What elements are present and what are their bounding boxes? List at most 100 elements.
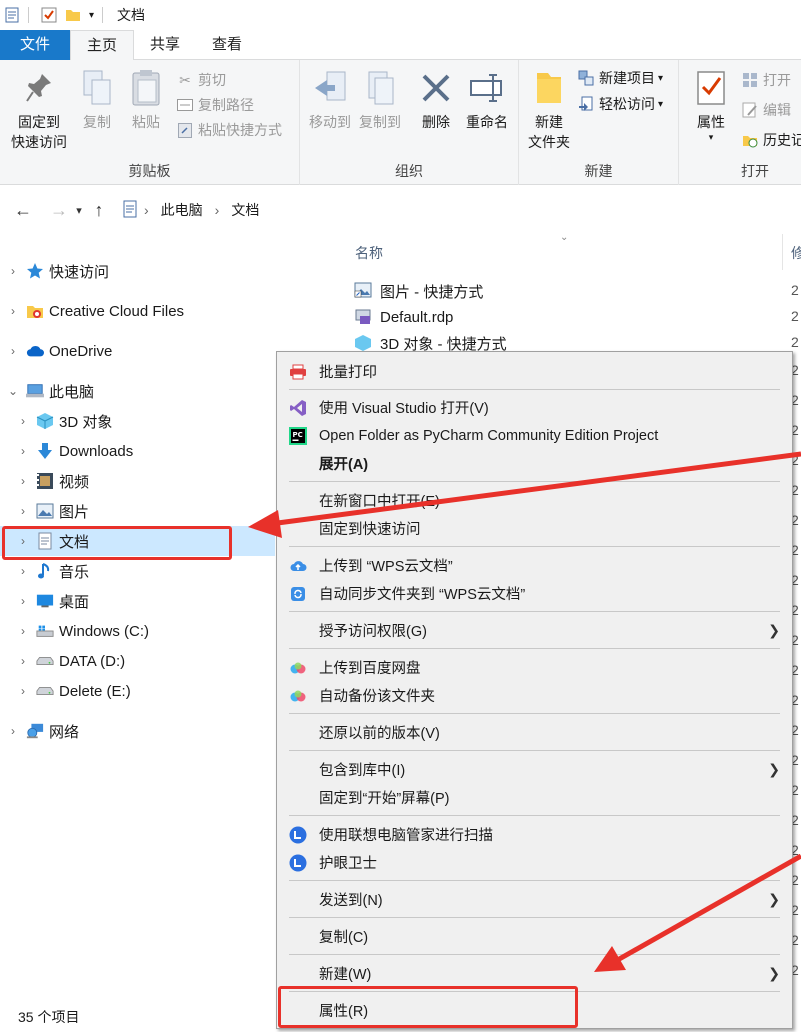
tab-share[interactable]: 共享	[134, 30, 196, 60]
nav-item-pictures[interactable]: › 图片	[0, 496, 275, 526]
delete-button[interactable]: 删除	[414, 66, 458, 132]
breadcrumb[interactable]: › 此电脑 › 文档	[122, 200, 265, 221]
nav-item-network[interactable]: › 网络	[0, 716, 275, 746]
menu-item-send-to[interactable]: 发送到(N) ❯	[277, 886, 792, 913]
copy-to-icon	[360, 66, 400, 110]
chevron-right-icon[interactable]: ›	[16, 594, 30, 608]
file-row[interactable]: Default.rdp	[354, 304, 453, 330]
chevron-right-icon[interactable]: ›	[16, 504, 30, 518]
menu-item-restore-versions[interactable]: 还原以前的版本(V)	[277, 719, 792, 746]
nav-item-data-d[interactable]: › DATA (D:)	[0, 646, 275, 676]
menu-item-open-new-window[interactable]: 在新窗口中打开(E)	[277, 487, 792, 514]
nav-label: 图片	[59, 503, 90, 521]
menu-item-pin-start[interactable]: 固定到“开始”屏幕(P)	[277, 784, 792, 811]
new-folder-button[interactable]: 新建 文件夹	[523, 66, 575, 152]
chevron-right-icon[interactable]: ›	[16, 684, 30, 698]
edit-button[interactable]: 编辑	[741, 98, 791, 122]
nav-item-quick-access[interactable]: › 快速访问	[0, 256, 275, 286]
column-modified-header[interactable]: 修	[791, 243, 801, 263]
menu-item-open-visual-studio[interactable]: 使用 Visual Studio 打开(V)	[277, 394, 792, 421]
chevron-down-icon[interactable]: ⌄	[6, 384, 20, 398]
nav-item-downloads[interactable]: › Downloads	[0, 436, 275, 466]
menu-item-eye-guard[interactable]: 护眼卫士	[277, 849, 792, 876]
menu-item-expand[interactable]: 展开(A)	[277, 450, 792, 477]
nav-label: Creative Cloud Files	[49, 302, 185, 320]
nav-item-music[interactable]: › 音乐	[0, 556, 275, 586]
nav-item-desktop[interactable]: › 桌面	[0, 586, 275, 616]
tab-home[interactable]: 主页	[70, 30, 135, 61]
chevron-right-icon[interactable]: ›	[16, 444, 30, 458]
chevron-right-icon[interactable]: ›	[6, 724, 20, 738]
copy-icon	[77, 66, 117, 110]
chevron-right-icon[interactable]: ›	[16, 564, 30, 578]
column-divider[interactable]	[782, 234, 783, 270]
easy-access-button[interactable]: 轻松访问 ▾	[577, 92, 663, 116]
document-icon	[122, 200, 138, 221]
paste-button[interactable]: 粘贴	[124, 66, 168, 132]
baidu-icon	[289, 687, 307, 705]
properties-check-icon[interactable]	[41, 7, 57, 23]
menu-item-lenovo-scan[interactable]: 使用联想电脑管家进行扫描	[277, 821, 792, 848]
open-button[interactable]: 打开	[741, 68, 791, 92]
chevron-right-icon[interactable]: ›	[16, 414, 30, 428]
nav-item-this-pc[interactable]: ⌄ 此电脑	[0, 376, 275, 406]
menu-item-include-library[interactable]: 包含到库中(I) ❯	[277, 756, 792, 783]
copy-label: 复制	[83, 114, 111, 130]
breadcrumb-this-pc[interactable]: 此电脑	[161, 200, 203, 220]
menu-item-wps-upload[interactable]: 上传到 “WPS云文档”	[277, 552, 792, 579]
copy-to-button[interactable]: 复制到	[354, 66, 406, 132]
new-item-button[interactable]: 新建项目 ▾	[577, 66, 663, 90]
chevron-right-icon[interactable]: ›	[6, 264, 20, 278]
menu-item-baidu-upload[interactable]: 上传到百度网盘	[277, 654, 792, 681]
back-arrow-icon[interactable]: ←	[10, 200, 36, 221]
nav-item-windows-c[interactable]: › Windows (C:)	[0, 616, 275, 646]
new-group: 新建 文件夹 新建项目 ▾ 轻松访问 ▾ 新建	[519, 60, 679, 185]
cut-button[interactable]: ✂ 剪切	[176, 68, 226, 92]
nav-item-delete-e[interactable]: › Delete (E:)	[0, 676, 275, 706]
tab-file[interactable]: 文件	[0, 30, 70, 60]
file-row[interactable]: 图片 - 快捷方式	[354, 278, 483, 304]
nav-item-onedrive[interactable]: › OneDrive	[0, 336, 275, 366]
tab-view[interactable]: 查看	[196, 30, 258, 60]
menu-item-new[interactable]: 新建(W) ❯	[277, 960, 792, 987]
recent-chevron-icon[interactable]: ▾	[72, 204, 86, 217]
paste-shortcut-button[interactable]: 粘贴快捷方式	[176, 118, 282, 142]
nav-item-videos[interactable]: › 视频	[0, 466, 275, 496]
rename-button[interactable]: 重命名	[460, 66, 514, 132]
breadcrumb-documents[interactable]: 文档	[231, 200, 259, 220]
menu-item-batch-print[interactable]: 批量打印	[277, 358, 792, 385]
menu-item-pin-quick-access[interactable]: 固定到快速访问	[277, 515, 792, 542]
menu-item-baidu-backup[interactable]: 自动备份该文件夹	[277, 682, 792, 709]
menu-item-grant-access[interactable]: 授予访问权限(G) ❯	[277, 617, 792, 644]
baidu-icon	[289, 659, 307, 677]
sort-chevron-icon[interactable]: ⌄	[560, 232, 568, 243]
chevron-right-icon[interactable]: ›	[16, 474, 30, 488]
chevron-right-icon[interactable]: ›	[16, 624, 30, 638]
pin-quick-access-button[interactable]: 固定到 快速访问	[6, 66, 72, 152]
chevron-down-icon[interactable]: ▾	[89, 10, 94, 21]
column-name-header[interactable]: 名称	[355, 243, 383, 263]
menu-item-open-pycharm[interactable]: PC Open Folder as PyCharm Community Edit…	[277, 422, 792, 449]
chevron-right-icon[interactable]: ›	[6, 344, 20, 358]
nav-item-3d-objects[interactable]: › 3D 对象	[0, 406, 275, 436]
forward-arrow-icon[interactable]: →	[46, 200, 72, 221]
menu-label: 发送到(N)	[319, 893, 383, 909]
up-arrow-icon[interactable]: ↑	[86, 200, 112, 221]
copy-path-button[interactable]: 复制路径	[176, 93, 254, 117]
history-button[interactable]: 历史记	[741, 128, 801, 152]
divider	[102, 7, 104, 23]
menu-item-copy[interactable]: 复制(C)	[277, 923, 792, 950]
chevron-right-icon[interactable]: ›	[6, 304, 20, 318]
move-to-button[interactable]: 移动到	[304, 66, 356, 132]
folder-icon[interactable]	[65, 7, 81, 23]
new-item-icon	[577, 69, 595, 87]
history-label: 历史记	[763, 132, 801, 148]
chevron-right-icon[interactable]: ›	[16, 654, 30, 668]
breadcrumb-separator-icon: ›	[214, 202, 220, 218]
properties-label: 属性	[697, 114, 725, 130]
properties-button[interactable]: 属性 ▾	[687, 66, 735, 142]
paste-shortcut-label: 粘贴快捷方式	[198, 122, 282, 138]
nav-item-creative-cloud[interactable]: › Creative Cloud Files	[0, 296, 275, 326]
copy-button[interactable]: 复制	[76, 66, 118, 132]
menu-item-wps-sync[interactable]: 自动同步文件夹到 “WPS云文档”	[277, 580, 792, 607]
